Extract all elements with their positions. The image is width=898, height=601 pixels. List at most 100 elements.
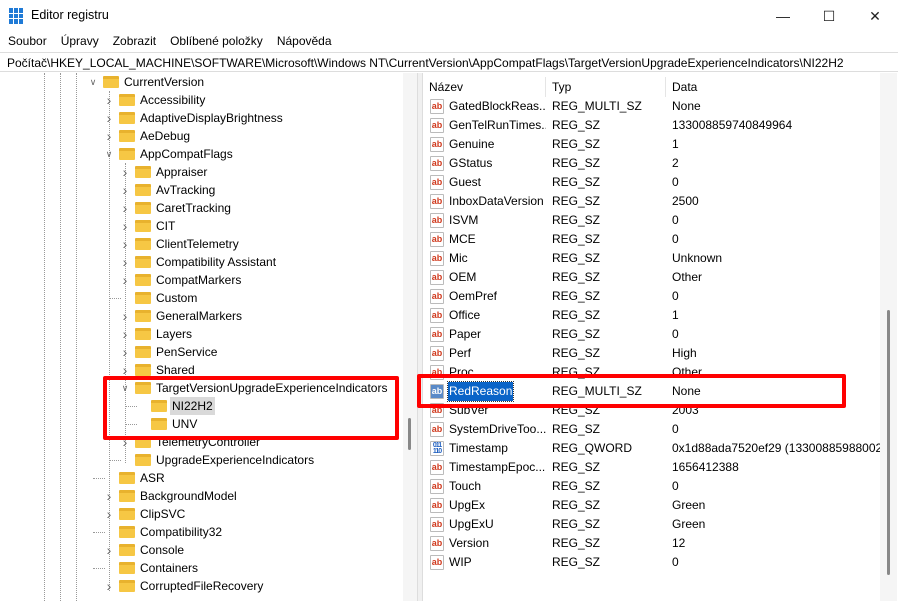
value-row[interactable]: ab MCE REG_SZ 0 [423, 230, 883, 249]
value-data: 0 [672, 289, 679, 303]
value-row[interactable]: 011 110 Timestamp REG_QWORD 0x1d88ada7520ef2… [423, 439, 883, 458]
value-row[interactable]: ab OEM REG_SZ Other [423, 268, 883, 287]
value-row[interactable]: ab Touch REG_SZ 0 [423, 477, 883, 496]
menu-oblibene[interactable]: Oblíbené položky [170, 32, 263, 51]
tree-item[interactable]: ∨ AppCompatFlags [0, 145, 400, 163]
tree-item[interactable]: › Appraiser [0, 163, 400, 181]
folder-icon [135, 328, 151, 340]
tree-item[interactable]: › Accessibility [0, 91, 400, 109]
tree-item[interactable]: Custom [0, 289, 400, 307]
list-scrollbar[interactable] [880, 73, 897, 601]
value-data: 0 [672, 555, 679, 569]
value-row[interactable]: ab Mic REG_SZ Unknown [423, 249, 883, 268]
chevron-right-icon[interactable]: › [104, 127, 114, 145]
chevron-right-icon[interactable]: › [120, 217, 130, 235]
list-scrollbar-thumb[interactable] [887, 310, 890, 575]
column-data[interactable]: Data [666, 77, 880, 97]
chevron-right-icon[interactable]: › [120, 271, 130, 289]
value-data: 133008859740849964 [672, 118, 793, 132]
chevron-right-icon[interactable]: › [120, 253, 130, 271]
chevron-down-icon[interactable]: ∨ [88, 73, 98, 91]
value-row[interactable]: ab Guest REG_SZ 0 [423, 173, 883, 192]
tree-item[interactable]: ∨ CurrentVersion [0, 73, 400, 91]
tree-item[interactable]: UpgradeExperienceIndicators [0, 451, 400, 469]
key-tree: ∨ CurrentVersion › Accessibility › AdaptiveDi… [0, 73, 418, 601]
chevron-right-icon[interactable]: › [104, 487, 114, 505]
menu-upravy[interactable]: Úpravy [61, 32, 99, 51]
chevron-right-icon[interactable]: › [104, 505, 114, 523]
tree-item[interactable]: › BackgroundModel [0, 487, 400, 505]
tree-item[interactable]: › AeDebug [0, 127, 400, 145]
value-type: REG_SZ [552, 479, 601, 493]
column-type[interactable]: Typ [546, 77, 666, 97]
value-row[interactable]: ab Perf REG_SZ High [423, 344, 883, 363]
tree-scrollbar[interactable] [403, 73, 417, 601]
chevron-right-icon[interactable]: › [104, 109, 114, 127]
value-name: Guest [449, 175, 482, 189]
chevron-right-icon[interactable]: › [104, 577, 114, 595]
tree-item-label: Layers [156, 327, 193, 341]
menu-napoveda[interactable]: Nápověda [277, 32, 332, 51]
value-name: UpgExU [449, 517, 494, 531]
value-row[interactable]: ab OemPref REG_SZ 0 [423, 287, 883, 306]
tree-item[interactable]: › CorruptedFileRecovery [0, 577, 400, 595]
tree-item[interactable]: ASR [0, 469, 400, 487]
value-row[interactable]: ab TimestampEpoc... REG_SZ 1656412388 [423, 458, 883, 477]
chevron-right-icon[interactable]: › [104, 91, 114, 109]
chevron-right-icon[interactable]: › [120, 325, 130, 343]
string-value-icon: ab [430, 327, 444, 342]
tree-item[interactable]: › AvTracking [0, 181, 400, 199]
values-list: Název Typ Data ab GatedBlockReas... REG_MU… [422, 73, 898, 601]
maximize-button[interactable]: ☐ [806, 0, 852, 32]
tree-item[interactable]: › CompatMarkers [0, 271, 400, 289]
chevron-down-icon[interactable]: ∨ [104, 145, 114, 163]
menu-zobrazit[interactable]: Zobrazit [113, 32, 156, 51]
chevron-right-icon[interactable]: › [120, 163, 130, 181]
title-bar: Editor registru — ☐ ✕ [0, 0, 898, 32]
folder-icon [119, 580, 135, 592]
tree-item[interactable]: › AdaptiveDisplayBrightness [0, 109, 400, 127]
value-row[interactable]: ab UpgExU REG_SZ Green [423, 515, 883, 534]
value-row[interactable]: ab ISVM REG_SZ 0 [423, 211, 883, 230]
value-row[interactable]: ab Office REG_SZ 1 [423, 306, 883, 325]
tree-item[interactable]: Containers [0, 559, 400, 577]
tree-item[interactable]: › Console [0, 541, 400, 559]
chevron-right-icon[interactable]: › [120, 199, 130, 217]
value-row[interactable]: ab WIP REG_SZ 0 [423, 553, 883, 572]
chevron-right-icon[interactable]: › [120, 181, 130, 199]
menu-soubor[interactable]: Soubor [8, 32, 47, 51]
column-name[interactable]: Název [423, 77, 546, 97]
tree-item[interactable]: › Layers [0, 325, 400, 343]
close-button[interactable]: ✕ [852, 0, 898, 32]
tree-item[interactable]: › GeneralMarkers [0, 307, 400, 325]
value-row[interactable]: ab SystemDriveToo... REG_SZ 0 [423, 420, 883, 439]
minimize-button[interactable]: — [760, 0, 806, 32]
tree-item[interactable]: › Compatibility Assistant [0, 253, 400, 271]
value-row[interactable]: ab InboxDataVersion REG_SZ 2500 [423, 192, 883, 211]
value-row[interactable]: ab GatedBlockReas... REG_MULTI_SZ None [423, 97, 883, 116]
chevron-right-icon[interactable]: › [104, 541, 114, 559]
tree-item[interactable]: › CIT [0, 217, 400, 235]
value-type: REG_SZ [552, 422, 601, 436]
value-type: REG_SZ [552, 251, 601, 265]
value-row[interactable]: ab Version REG_SZ 12 [423, 534, 883, 553]
tree-item[interactable]: › ClientTelemetry [0, 235, 400, 253]
tree-item-label: AeDebug [140, 129, 191, 143]
tree-scrollbar-thumb[interactable] [408, 418, 411, 450]
value-row[interactable]: ab GStatus REG_SZ 2 [423, 154, 883, 173]
value-row[interactable]: ab Paper REG_SZ 0 [423, 325, 883, 344]
value-row[interactable]: ab Genuine REG_SZ 1 [423, 135, 883, 154]
address-bar[interactable]: Počítač\HKEY_LOCAL_MACHINE\SOFTWARE\Micr… [0, 52, 898, 72]
chevron-right-icon[interactable]: › [120, 235, 130, 253]
value-name: GenTelRunTimes... [449, 118, 546, 132]
tree-item[interactable]: Compatibility32 [0, 523, 400, 541]
value-type: REG_SZ [552, 517, 601, 531]
value-row[interactable]: ab GenTelRunTimes... REG_SZ 133008859740849… [423, 116, 883, 135]
value-row[interactable]: ab UpgEx REG_SZ Green [423, 496, 883, 515]
tree-item[interactable]: › ClipSVC [0, 505, 400, 523]
tree-item[interactable]: › CaretTracking [0, 199, 400, 217]
folder-icon [135, 220, 151, 232]
tree-item[interactable]: › PenService [0, 343, 400, 361]
chevron-right-icon[interactable]: › [120, 343, 130, 361]
chevron-right-icon[interactable]: › [120, 307, 130, 325]
